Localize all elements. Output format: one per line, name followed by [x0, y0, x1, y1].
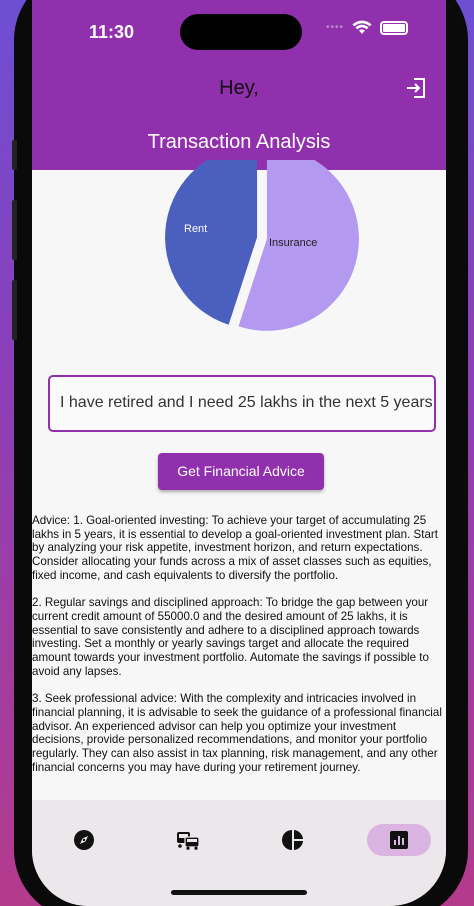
nav-transactions[interactable] [156, 824, 220, 856]
pie-chart-icon [282, 830, 303, 850]
analytics-icon [390, 831, 408, 849]
volume-down-button [12, 280, 17, 340]
wifi-icon [352, 20, 372, 34]
advice-paragraph: 3. Seek professional advice: With the co… [32, 692, 442, 774]
get-financial-advice-button[interactable]: Get Financial Advice [158, 453, 324, 490]
transactions-icon [177, 832, 200, 850]
status-time: 11:30 [89, 22, 135, 42]
home-indicator [171, 890, 307, 895]
pie-slice-rent [165, 160, 258, 325]
query-input[interactable]: I have retired and I need 25 lakhs in th… [48, 375, 436, 432]
nav-analysis[interactable] [367, 824, 431, 856]
advice-text: Advice: 1. Goal-oriented investing: To a… [32, 514, 446, 800]
advice-paragraph: Advice: 1. Goal-oriented investing: To a… [32, 514, 439, 582]
pie-label-rent: Rent [184, 223, 208, 235]
pie-label-insurance: Insurance [269, 237, 318, 249]
advice-paragraph: 2. Regular savings and disciplined appro… [32, 596, 429, 678]
compass-icon [74, 830, 94, 850]
logout-icon[interactable] [404, 76, 428, 100]
volume-up-button [12, 200, 17, 260]
battery-icon [380, 20, 408, 35]
status-icons: •••• [326, 20, 408, 35]
dynamic-island [180, 14, 302, 50]
pie-chart [165, 160, 359, 331]
greeting-text: Hey, [219, 77, 259, 99]
nav-charts[interactable] [261, 824, 325, 856]
signal-icon: •••• [325, 22, 344, 33]
app-bar: 11:30 •••• Hey, Transaction Analysis [32, 0, 446, 170]
nav-explore[interactable] [52, 824, 116, 856]
mute-switch [12, 140, 17, 170]
app-screen: 11:30 •••• Hey, Transaction Analysis Ren… [32, 0, 446, 906]
page-title: Transaction Analysis [147, 131, 331, 153]
